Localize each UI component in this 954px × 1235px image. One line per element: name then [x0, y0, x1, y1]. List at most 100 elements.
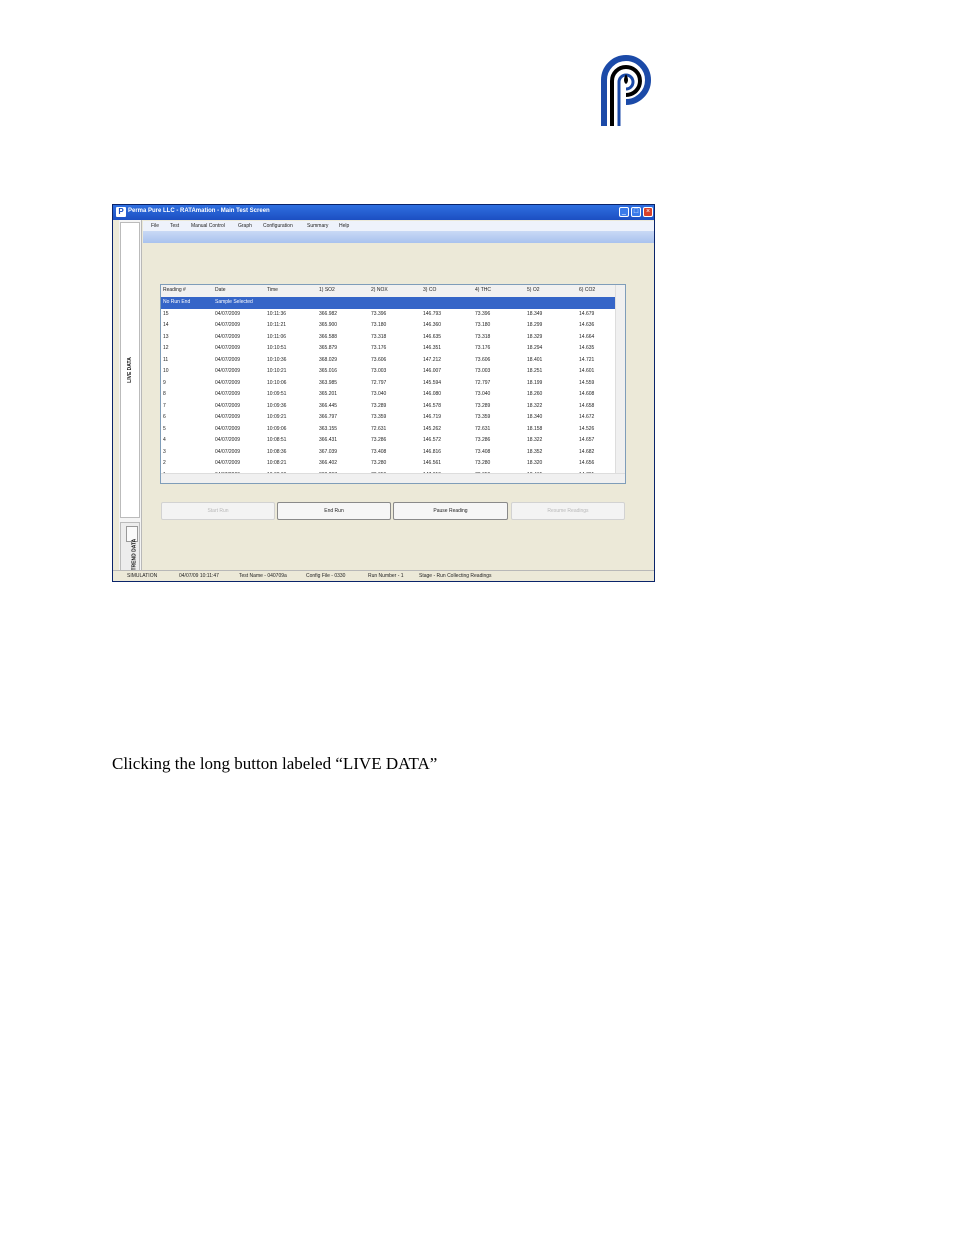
readings-grid[interactable]: Reading # Date Time 1) SO2 2) NOX 3) CO … [160, 284, 626, 484]
table-row[interactable]: 14 04/07/2009 10:11:21 365.900 73.180 146.360… [161, 320, 616, 332]
table-row[interactable]: 8 04/07/2009 10:09:51 365.201 73.040 146.080 7… [161, 389, 616, 401]
table-row[interactable]: 11 04/07/2009 10:10:36 368.029 73.606 147.212… [161, 355, 616, 367]
column-header[interactable]: 1) SO2 [319, 287, 335, 293]
status-stage: Stage - Run Collecting Readings [419, 573, 492, 579]
minimize-button[interactable]: _ [619, 207, 629, 217]
table-row[interactable]: 10 04/07/2009 10:10:21 365.016 73.003 146.007… [161, 366, 616, 378]
trend-data-tab-label: TREND DATA [131, 538, 138, 571]
table-row[interactable]: 5 04/07/2009 10:09:06 363.155 72.631 145.262 7… [161, 424, 616, 436]
app-window: P Perma Pure LLC - RATAmation - Main Tes… [112, 204, 655, 582]
table-cell: 04/07/2009 [215, 414, 241, 420]
table-row[interactable]: 2 04/07/2009 10:08:21 366.402 73.280 146.561 7… [161, 458, 616, 470]
table-row[interactable]: 3 04/07/2009 10:08:36 367.039 73.408 146.816 7… [161, 447, 616, 459]
status-bar: SIMULATION 04/07/09 10:11:47 Test Name -… [113, 570, 654, 581]
table-cell: 14.658 [579, 402, 595, 409]
table-cell: 73.396 [475, 310, 491, 317]
menu-file[interactable]: File [151, 223, 159, 229]
table-cell: 365.016 [319, 368, 338, 374]
menu-summary[interactable]: Summary [307, 223, 328, 229]
column-header[interactable]: 2) NOX [371, 287, 388, 293]
table-cell: 73.396 [371, 310, 387, 317]
table-cell: 73.176 [475, 345, 491, 351]
table-cell: 04/07/2009 [215, 356, 241, 363]
table-cell: 18.401 [527, 356, 543, 363]
table-cell: 72.797 [475, 379, 491, 386]
table-cell: 3 [163, 448, 166, 455]
menu-configuration[interactable]: Configuration [263, 223, 293, 229]
horizontal-scrollbar[interactable] [161, 473, 625, 483]
table-cell: 147.212 [423, 356, 442, 363]
sidebar: LIVE DATA TREND DATA [119, 220, 142, 575]
table-row[interactable]: 9 04/07/2009 10:10:06 363.985 72.797 145.594 7… [161, 378, 616, 390]
table-cell: 146.360 [423, 322, 442, 328]
table-cell: 73.408 [475, 448, 491, 455]
status-config: Config File - 0330 [306, 573, 346, 579]
table-cell: 365.201 [319, 391, 338, 397]
table-cell: 14.635 [579, 345, 595, 351]
table-cell: 366.402 [319, 460, 338, 466]
start-run-button[interactable]: Start Run [161, 502, 275, 520]
table-cell: 363.155 [319, 425, 338, 432]
close-button[interactable]: × [643, 207, 653, 217]
table-cell: 14.682 [579, 448, 595, 455]
table-cell: 04/07/2009 [215, 310, 241, 317]
live-data-tab[interactable]: LIVE DATA [120, 222, 140, 518]
table-cell: 73.040 [371, 391, 387, 397]
resume-reading-button[interactable]: Resume Readings [511, 502, 625, 520]
table-cell: 14.657 [579, 437, 595, 443]
table-row[interactable]: 7 04/07/2009 10:09:36 366.445 73.289 146.578 7… [161, 401, 616, 413]
table-cell: 146.007 [423, 368, 442, 374]
column-header[interactable]: Date [215, 287, 226, 293]
table-cell: 14.559 [579, 379, 595, 386]
table-cell: 15 [163, 310, 169, 317]
table-cell: 10:09:21 [267, 414, 287, 420]
table-row[interactable]: 4 04/07/2009 10:08:51 366.431 73.286 146.572 7… [161, 435, 616, 447]
table-cell: 73.318 [371, 333, 387, 340]
column-header[interactable]: 6) CO2 [579, 287, 595, 293]
table-row[interactable]: 15 04/07/2009 10:11:36 366.982 73.396 146.793… [161, 309, 616, 321]
table-cell: 04/07/2009 [215, 322, 241, 328]
selected-row[interactable]: No Run End Sample Selected [161, 297, 616, 309]
table-cell: 73.359 [371, 414, 387, 420]
trend-data-tab[interactable]: TREND DATA [120, 522, 140, 572]
table-cell: 14.656 [579, 460, 595, 466]
menu-manual-control[interactable]: Manual Control [191, 223, 225, 229]
status-mode: SIMULATION [127, 573, 158, 579]
table-cell: 73.289 [371, 402, 387, 409]
table-cell: 7 [163, 402, 166, 409]
column-header[interactable]: Reading # [163, 287, 186, 293]
table-cell: 146.635 [423, 333, 442, 340]
vertical-scrollbar[interactable] [615, 285, 625, 475]
table-cell: 145.262 [423, 425, 442, 432]
maximize-button[interactable]: □ [631, 207, 641, 217]
table-cell: 18.322 [527, 402, 543, 409]
table-cell: 18.352 [527, 448, 543, 455]
table-cell: 146.080 [423, 391, 442, 397]
table-cell: 04/07/2009 [215, 368, 241, 374]
table-row[interactable]: 13 04/07/2009 10:11:06 366.588 73.318 146.635… [161, 332, 616, 344]
menu-test[interactable]: Test [170, 223, 179, 229]
table-row[interactable]: 6 04/07/2009 10:09:21 366.797 73.359 146.719 7… [161, 412, 616, 424]
end-run-button[interactable]: End Run [277, 502, 391, 520]
table-cell: 366.588 [319, 333, 338, 340]
column-header[interactable]: 5) O2 [527, 287, 540, 293]
table-cell: 72.797 [371, 379, 387, 386]
title-bar: P Perma Pure LLC - RATAmation - Main Tes… [113, 205, 654, 220]
table-cell: 366.982 [319, 310, 338, 317]
table-cell: 18.340 [527, 414, 543, 420]
column-header[interactable]: 4) THC [475, 287, 491, 293]
table-cell: 146.793 [423, 310, 442, 317]
table-cell: 10:08:36 [267, 448, 287, 455]
table-cell: 73.289 [475, 402, 491, 409]
table-cell: 73.180 [371, 322, 387, 328]
pause-reading-button[interactable]: Pause Reading [393, 502, 508, 520]
table-cell: 73.040 [475, 391, 491, 397]
table-cell: 366.797 [319, 414, 338, 420]
menu-help[interactable]: Help [339, 223, 349, 229]
window-title: Perma Pure LLC - RATAmation - Main Test … [128, 208, 270, 214]
column-header[interactable]: Time [267, 287, 278, 293]
table-row[interactable]: 12 04/07/2009 10:10:51 365.879 73.176 146.351… [161, 343, 616, 355]
menu-graph[interactable]: Graph [238, 223, 252, 229]
table-cell: 72.631 [475, 425, 491, 432]
column-header[interactable]: 3) CO [423, 287, 436, 293]
